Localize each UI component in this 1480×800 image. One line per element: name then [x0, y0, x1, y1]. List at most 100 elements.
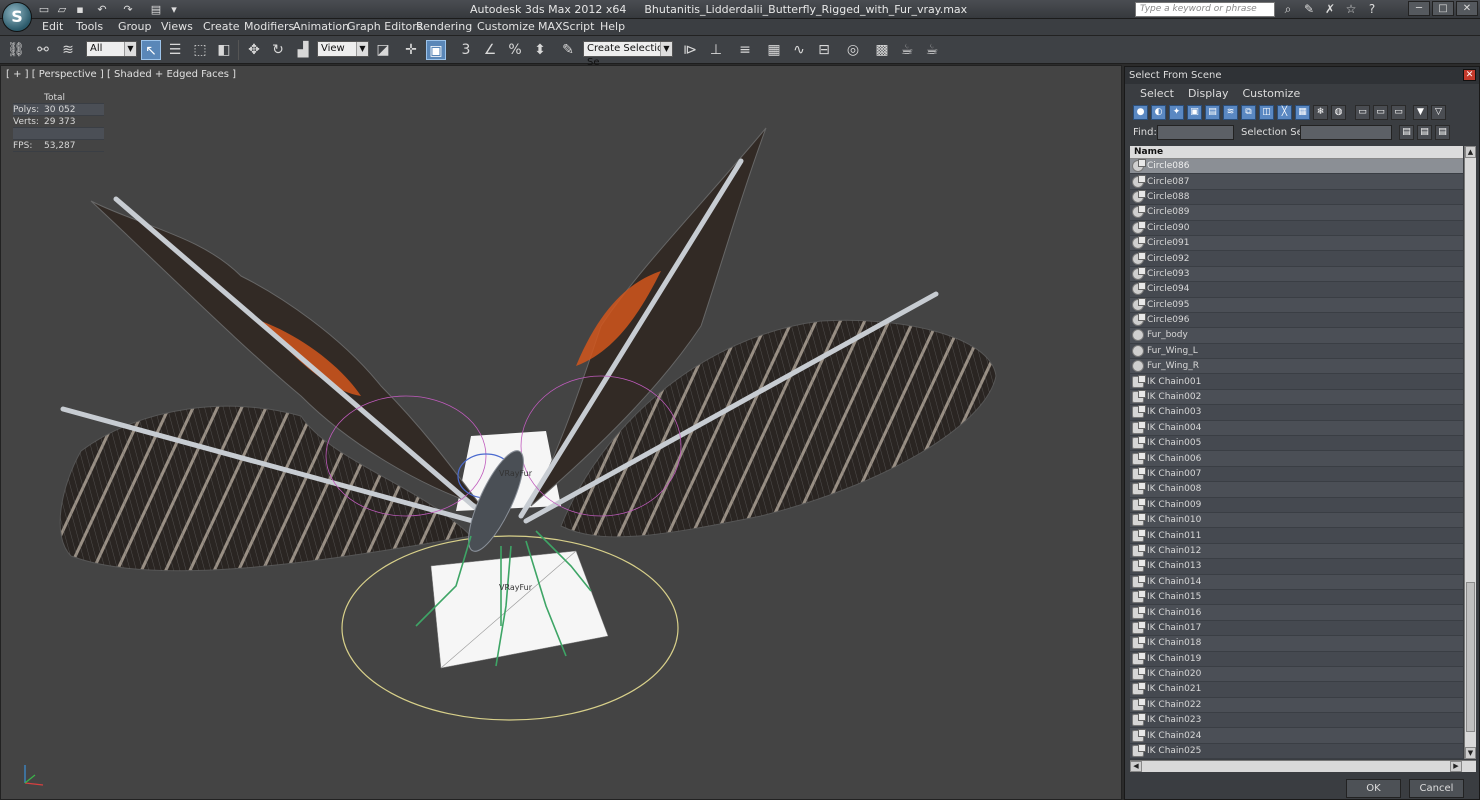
filter-icon[interactable]: ▼ [1413, 105, 1428, 120]
snaps-toggle-icon[interactable]: 3 [456, 40, 476, 60]
display-cameras-icon[interactable]: ▣ [1187, 105, 1202, 120]
project-folder-icon[interactable]: ▤ [148, 2, 164, 17]
render-production-icon[interactable]: ☕ [922, 40, 942, 60]
favorites-star-icon[interactable]: ☆ [1343, 2, 1359, 17]
ok-button[interactable]: OK [1346, 779, 1401, 798]
scroll-down-icon[interactable]: ▼ [1465, 747, 1476, 759]
menu-views[interactable]: Views [161, 20, 193, 33]
menu-modifiers[interactable]: Modifiers [244, 20, 294, 33]
list-item[interactable]: IK Chain014 [1130, 574, 1463, 590]
dialog-menu-select[interactable]: Select [1140, 87, 1174, 100]
select-object-icon[interactable]: ↖ [141, 40, 161, 60]
quick-access-dropdown-icon[interactable]: ▾ [166, 2, 182, 17]
scroll-right-icon[interactable]: ▶ [1450, 761, 1462, 772]
dialog-menu-display[interactable]: Display [1188, 87, 1229, 100]
search-input[interactable]: Type a keyword or phrase [1135, 2, 1275, 17]
list-item[interactable]: IK Chain024 [1130, 728, 1463, 744]
display-hidden-icon[interactable]: ◍ [1331, 105, 1346, 120]
remove-from-set-icon[interactable]: ▤ [1435, 125, 1450, 140]
list-item[interactable]: Circle091 [1130, 235, 1463, 252]
menu-graph-editors[interactable]: Graph Editors [347, 20, 423, 33]
list-item[interactable]: IK Chain017 [1130, 620, 1463, 637]
list-item[interactable]: IK Chain015 [1130, 590, 1463, 606]
render-setup-icon[interactable]: ▩ [872, 40, 892, 60]
cancel-button[interactable]: Cancel [1409, 779, 1464, 798]
scroll-up-icon[interactable]: ▲ [1465, 146, 1476, 158]
minimize-button[interactable]: ─ [1408, 1, 1430, 16]
display-all-icon[interactable]: ▭ [1355, 105, 1370, 120]
display-xrefs-icon[interactable]: ◫ [1259, 105, 1274, 120]
help-icon[interactable]: ? [1364, 2, 1380, 17]
redo-icon[interactable]: ↷ [120, 2, 136, 17]
unlink-icon[interactable]: ⚯ [33, 40, 53, 60]
vertical-scrollbar[interactable]: ▲ ▼ [1464, 146, 1476, 759]
keyboard-shortcut-override-icon[interactable]: ▣ [426, 40, 446, 60]
display-bones-icon[interactable]: ╳ [1277, 105, 1292, 120]
list-item[interactable]: IK Chain019 [1130, 651, 1463, 667]
binoculars-icon[interactable]: ⌕ [1280, 2, 1296, 17]
list-item[interactable]: IK Chain004 [1130, 420, 1463, 437]
curve-editor-icon[interactable]: ∿ [789, 40, 809, 60]
menu-group[interactable]: Group [118, 20, 152, 33]
menu-animation[interactable]: Animation [293, 20, 349, 33]
list-item[interactable]: IK Chain012 [1130, 543, 1463, 560]
subscription-icon[interactable]: ✎ [1301, 2, 1317, 17]
display-none-icon[interactable]: ▭ [1373, 105, 1388, 120]
butterfly-model[interactable]: VRayFur VRayFur [1, 66, 1122, 800]
display-invert-icon[interactable]: ▭ [1391, 105, 1406, 120]
menu-help[interactable]: Help [600, 20, 625, 33]
list-item[interactable]: IK Chain023 [1130, 713, 1463, 729]
schematic-view-icon[interactable]: ⊟ [814, 40, 834, 60]
select-and-move-icon[interactable]: ✥ [244, 40, 264, 60]
edit-named-selection-icon[interactable]: ✎ [558, 40, 578, 60]
rectangular-selection-icon[interactable]: ⬚ [190, 40, 210, 60]
material-editor-icon[interactable]: ◎ [843, 40, 863, 60]
link-icon[interactable]: ⛓ [6, 40, 26, 60]
list-item[interactable]: IK Chain001 [1130, 374, 1463, 390]
filter-options-icon[interactable]: ▽ [1431, 105, 1446, 120]
selection-filter-dropdown[interactable]: All ▼ [86, 41, 137, 57]
save-file-icon[interactable]: ▪ [72, 2, 88, 17]
select-manipulate-icon[interactable]: ✛ [401, 40, 421, 60]
scroll-left-icon[interactable]: ◀ [1130, 761, 1142, 772]
display-lights-icon[interactable]: ✦ [1169, 105, 1184, 120]
list-item[interactable]: IK Chain010 [1130, 512, 1463, 529]
menu-create[interactable]: Create [203, 20, 240, 33]
select-and-rotate-icon[interactable]: ↻ [268, 40, 288, 60]
named-selection-set-dropdown[interactable]: Create Selection Se ▼ [583, 41, 673, 68]
menu-customize[interactable]: Customize [477, 20, 535, 33]
list-item[interactable]: IK Chain020 [1130, 666, 1463, 683]
rendered-frame-window-icon[interactable]: ☕ [897, 40, 917, 60]
list-item[interactable]: Circle090 [1130, 220, 1463, 236]
display-containers-icon[interactable]: ▦ [1295, 105, 1310, 120]
scene-object-list[interactable]: Circle086 Circle087 Circle088 Circle089 Circ… [1130, 159, 1463, 759]
list-item[interactable]: IK Chain025 [1130, 744, 1463, 759]
list-item[interactable]: Circle093 [1130, 266, 1463, 283]
mirror-icon[interactable]: ⧐ [680, 40, 700, 60]
reference-coordinate-dropdown[interactable]: View ▼ [317, 41, 369, 57]
column-header-name[interactable]: Name [1130, 146, 1463, 159]
list-item[interactable]: IK Chain007 [1130, 467, 1463, 483]
create-selection-set-icon[interactable]: ▤ [1399, 125, 1414, 140]
selection-set-dropdown[interactable] [1300, 125, 1392, 140]
list-item[interactable]: Circle087 [1130, 174, 1463, 190]
list-item[interactable]: Circle094 [1130, 282, 1463, 298]
select-and-scale-icon[interactable]: ▟ [293, 40, 313, 60]
percent-snap-icon[interactable]: % [505, 40, 525, 60]
menu-maxscript[interactable]: MAXScript [538, 20, 594, 33]
angle-snap-icon[interactable]: ∠ [480, 40, 500, 60]
display-spacewarps-icon[interactable]: ≋ [1223, 105, 1238, 120]
list-item[interactable]: Circle086 [1130, 159, 1463, 175]
graphite-tools-icon[interactable]: ▦ [764, 40, 784, 60]
display-frozen-icon[interactable]: ❄ [1313, 105, 1328, 120]
new-file-icon[interactable]: ▭ [36, 2, 52, 17]
close-icon[interactable]: ✕ [1463, 69, 1476, 81]
list-item[interactable]: IK Chain013 [1130, 559, 1463, 575]
perspective-viewport[interactable]: [ + ] [ Perspective ] [ Shaded + Edged F… [0, 65, 1122, 800]
bind-space-warp-icon[interactable]: ≋ [58, 40, 78, 60]
window-crossing-icon[interactable]: ◧ [214, 40, 234, 60]
app-logo-icon[interactable]: S [2, 2, 32, 32]
list-item[interactable]: IK Chain016 [1130, 605, 1463, 621]
list-item[interactable]: IK Chain008 [1130, 482, 1463, 498]
display-helpers-icon[interactable]: ▤ [1205, 105, 1220, 120]
